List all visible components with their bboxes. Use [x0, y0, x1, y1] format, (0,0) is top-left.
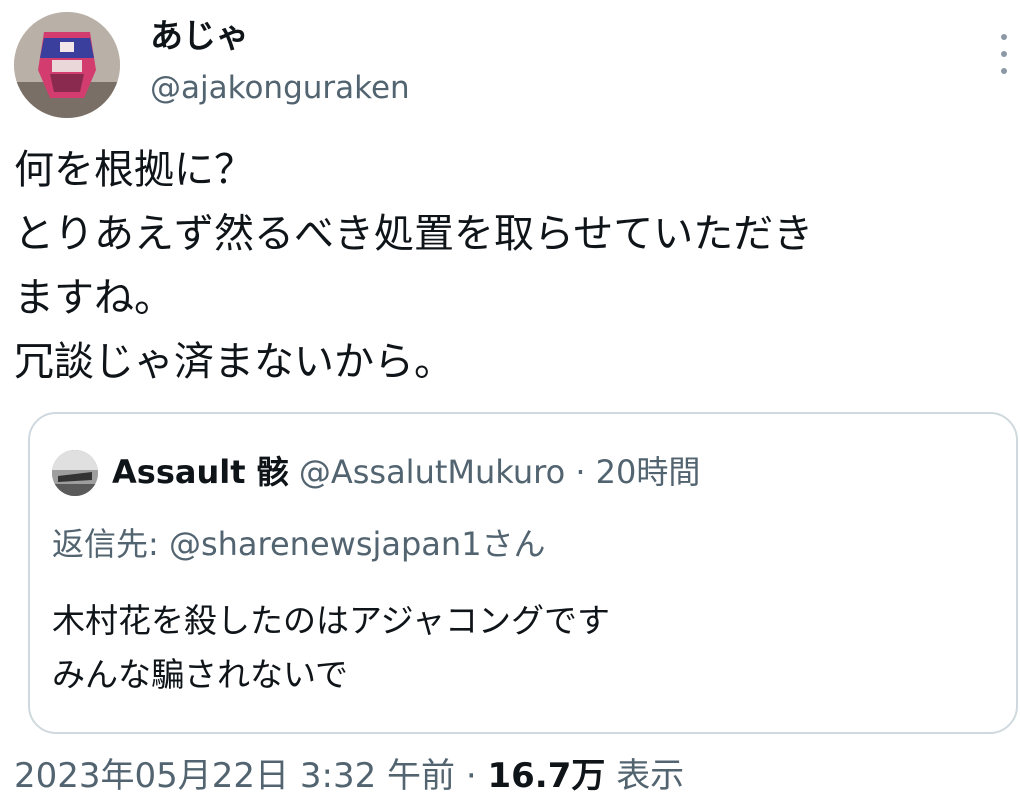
reply-label: 返信先:	[52, 525, 159, 563]
views-label: 表示	[616, 756, 685, 796]
tweet-text-line: 冗談じゃ済まないから。	[14, 339, 454, 385]
quoted-header: Assault 骸 @AssalutMukuro · 20時間	[112, 448, 700, 496]
more-vertical-icon-dot	[1001, 68, 1007, 74]
more-vertical-icon	[1001, 34, 1007, 40]
more-vertical-icon-dot	[1001, 51, 1007, 57]
post-time[interactable]: 3:32 午前	[300, 756, 455, 796]
quoted-text-line: みんな騙されないで	[52, 655, 349, 694]
views-count: 16.7万	[487, 756, 606, 796]
quoted-timestamp: 20時間	[595, 453, 701, 491]
reply-to-handle[interactable]: @sharenewsjapan1さん	[169, 525, 546, 563]
quoted-text-line: 木村花を殺したのはアジャコングです	[52, 601, 611, 640]
author-display-name[interactable]: あじゃ	[150, 14, 249, 58]
tweet-text-line: 何を根拠に？	[14, 147, 254, 193]
tweet-text-line: とりあえず然るべき処置を取らせていただき	[14, 211, 814, 257]
quoted-avatar-icon	[52, 450, 98, 496]
quoted-reply-context: 返信先: @sharenewsjapan1さん	[52, 520, 546, 568]
post-date[interactable]: 2023年05月22日	[14, 756, 289, 796]
author-handle[interactable]: @ajakonguraken	[150, 66, 410, 110]
tweet: あじゃ @ajakonguraken 何を根拠に？ とりあえず然るべき処置を取ら…	[0, 0, 1020, 801]
quoted-separator: ·	[575, 453, 586, 491]
quoted-handle: @AssalutMukuro	[298, 453, 566, 491]
quoted-author-avatar	[52, 450, 98, 496]
meta-separator: ·	[465, 756, 477, 796]
tweet-meta: 2023年05月22日 3:32 午前 · 16.7万 表示	[14, 752, 684, 800]
quoted-display-name: Assault 骸	[112, 453, 289, 491]
masked-wrestler-avatar-icon	[14, 12, 120, 118]
more-options-button[interactable]	[996, 34, 1012, 74]
tweet-text-line: ますね。	[14, 275, 174, 321]
author-avatar[interactable]	[14, 12, 120, 118]
tweet-text: 何を根拠に？ とりあえず然るべき処置を取らせていただき ますね。 冗談じゃ済まな…	[14, 138, 1014, 394]
quoted-tweet-card[interactable]: Assault 骸 @AssalutMukuro · 20時間 返信先: @sh…	[28, 412, 1018, 734]
quoted-text: 木村花を殺したのはアジャコングです みんな騙されないで	[52, 594, 610, 702]
